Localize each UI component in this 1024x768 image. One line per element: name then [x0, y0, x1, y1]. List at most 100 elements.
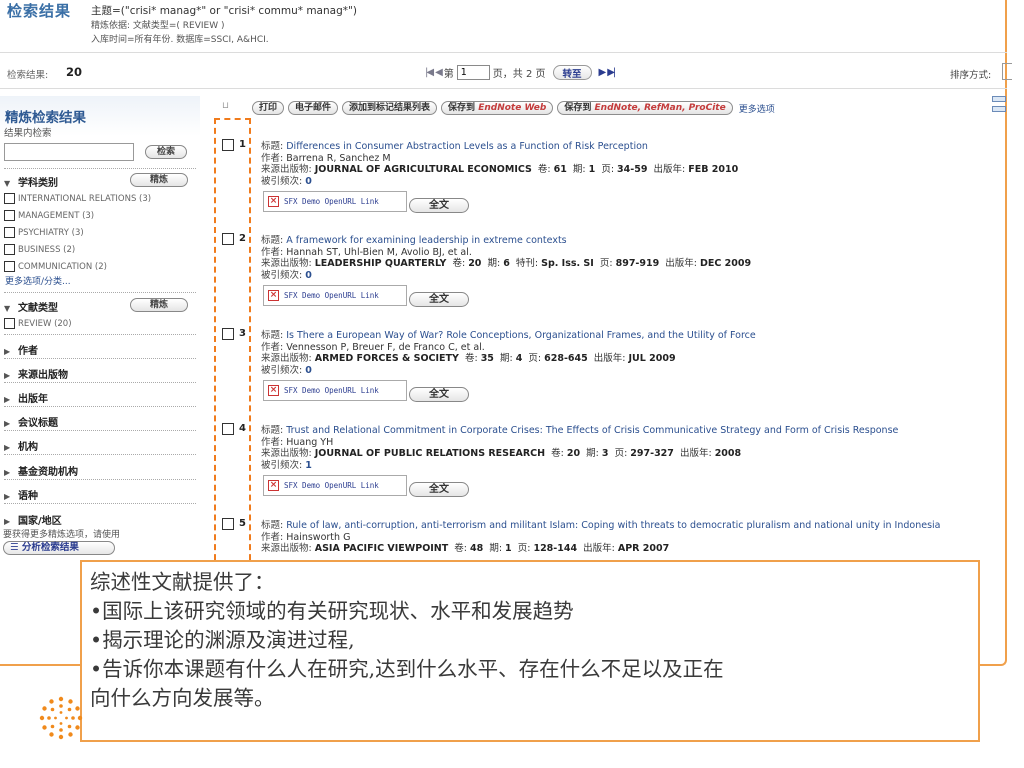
collapsed-triangle-icon: ▶ — [4, 371, 11, 380]
subject-refine-button[interactable]: 精炼 — [130, 173, 188, 187]
record-authors: Barrena R, Sanchez M — [286, 152, 391, 164]
save-endnote-refman-button[interactable]: 保存到 EndNote, RefMan, ProCite — [557, 101, 733, 115]
record-checkbox[interactable] — [222, 233, 234, 245]
fulltext-button[interactable]: 全文 — [409, 198, 469, 213]
record-checkbox[interactable] — [222, 423, 234, 435]
doctype-refine-button[interactable]: 精炼 — [130, 298, 188, 312]
record-title-link[interactable]: A framework for examining leadership in … — [286, 235, 566, 246]
record-links: × SFX Demo OpenURL Link 全文 — [261, 285, 751, 307]
checkbox-icon[interactable] — [4, 193, 15, 204]
record-links: × SFX Demo OpenURL Link 全文 — [261, 380, 756, 402]
divider — [4, 503, 196, 504]
refine-line: 精炼依据: 文献类型=( REVIEW ) — [91, 21, 225, 31]
more-options-link[interactable]: 更多选项/分类... — [5, 274, 71, 287]
page-title: 检索结果 — [7, 2, 72, 20]
print-button[interactable]: 打印 — [252, 101, 285, 115]
sidebar-section-country[interactable]: ▶ 国家/地区 — [4, 512, 62, 527]
record-source: JOURNAL OF AGRICULTURAL ECONOMICS — [314, 164, 532, 175]
query-line: 主题=("crisi* manag*" or "crisi* commu* ma… — [91, 5, 357, 17]
collapsed-triangle-icon: ▶ — [4, 419, 11, 428]
checkbox-icon[interactable] — [4, 318, 15, 329]
record-cited-count: 0 — [305, 269, 312, 281]
sidebar-section-institution[interactable]: ▶ 机构 — [4, 438, 38, 453]
sfx-link[interactable]: × SFX Demo OpenURL Link — [263, 380, 407, 401]
subject-checkbox[interactable]: MANAGEMENT (3) — [4, 210, 94, 221]
sfx-link[interactable]: × SFX Demo OpenURL Link — [263, 285, 407, 306]
divider — [4, 292, 196, 293]
sidebar-section-language[interactable]: ▶ 语种 — [4, 487, 38, 502]
broken-image-icon: × — [268, 196, 279, 207]
sidebar-section-source[interactable]: ▶ 来源出版物 — [4, 366, 68, 381]
last-page-icon[interactable]: ▶| — [607, 67, 616, 78]
record-body: 标题: Rule of law, anti-corruption, anti-t… — [261, 520, 941, 554]
collapsed-triangle-icon: ▶ — [4, 395, 11, 404]
checkbox-icon[interactable] — [4, 244, 15, 255]
checkbox-icon[interactable] — [4, 210, 15, 221]
record-links: × SFX Demo OpenURL Link 全文 — [261, 191, 738, 213]
sidebar-section-author[interactable]: ▶ 作者 — [4, 342, 38, 357]
search-header: 检索结果 主题=("crisi* manag*" or "crisi* comm… — [7, 0, 997, 50]
view-toggle-icons[interactable] — [992, 96, 1008, 120]
first-page-icon[interactable]: |◀ — [425, 67, 434, 78]
list-view-icon[interactable] — [992, 96, 1006, 102]
search-within-input[interactable] — [4, 143, 134, 161]
page-number-input[interactable] — [456, 64, 490, 80]
subject-checkbox[interactable]: PSYCHIATRY (3) — [4, 227, 84, 238]
results-count: 20 — [66, 65, 83, 79]
divider — [0, 88, 1007, 89]
fulltext-button[interactable]: 全文 — [409, 482, 469, 497]
subject-checkbox[interactable]: INTERNATIONAL RELATIONS (3) — [4, 193, 151, 204]
record-body: 标题: Trust and Relational Commitment in C… — [261, 425, 899, 497]
email-button[interactable]: 电子邮件 — [288, 101, 339, 115]
subject-section-header[interactable]: ▼ 学科类别 — [4, 174, 58, 189]
prev-page-icon[interactable]: ◀ — [435, 67, 443, 78]
goto-page-button[interactable]: 转至 — [552, 64, 592, 80]
record-cited-count: 1 — [305, 459, 312, 471]
next-page-icon[interactable]: ▶ — [599, 67, 607, 78]
checkbox-icon[interactable] — [4, 261, 15, 272]
record-title-link[interactable]: Rule of law, anti-corruption, anti-terro… — [286, 520, 940, 531]
broken-image-icon: × — [268, 480, 279, 491]
doctype-section-header[interactable]: ▼ 文献类型 — [4, 299, 58, 314]
sfx-link[interactable]: × SFX Demo OpenURL Link — [263, 475, 407, 496]
collapsed-triangle-icon: ▶ — [4, 443, 11, 452]
record-title-link[interactable]: Differences in Consumer Abstraction Leve… — [286, 141, 648, 152]
sidebar-section-funding[interactable]: ▶ 基金资助机构 — [4, 463, 78, 478]
record-title-link[interactable]: Is There a European Way of War? Role Con… — [286, 330, 756, 341]
record-checkbox[interactable] — [222, 328, 234, 340]
fulltext-button[interactable]: 全文 — [409, 387, 469, 402]
record-source: ARMED FORCES & SOCIETY — [314, 353, 459, 364]
save-endnote-web-button[interactable]: 保存到 EndNote Web — [441, 101, 554, 115]
doctype-checkbox[interactable]: REVIEW (20) — [4, 318, 72, 329]
sidebar-section-year[interactable]: ▶ 出版年 — [4, 390, 48, 405]
divider — [0, 52, 1007, 53]
divider — [4, 334, 196, 335]
record-title-link[interactable]: Trust and Relational Commitment in Corpo… — [286, 425, 898, 436]
record-source: JOURNAL OF PUBLIC RELATIONS RESEARCH — [314, 448, 546, 459]
record-checkbox[interactable] — [222, 518, 234, 530]
subject-checkbox[interactable]: BUSINESS (2) — [4, 244, 75, 255]
results-count-label: 检索结果: — [7, 70, 49, 81]
select-all-icon[interactable]: ⊔ — [222, 101, 236, 115]
annotation-box: 综述性文献提供了： •国际上该研究领域的有关研究现状、水平和发展趋势 •揭示理论… — [80, 560, 980, 742]
checkbox-icon[interactable] — [4, 227, 15, 238]
record-body: 标题: Is There a European Way of War? Role… — [261, 330, 756, 402]
subject-checkbox[interactable]: COMMUNICATION (2) — [4, 261, 107, 272]
add-marked-list-button[interactable]: 添加到标记结果列表 — [342, 101, 438, 115]
sfx-link[interactable]: × SFX Demo OpenURL Link — [263, 191, 407, 212]
record-number: 1 — [239, 139, 246, 150]
collapsed-triangle-icon: ▶ — [4, 517, 11, 526]
search-within-button[interactable]: 检索 — [145, 145, 187, 159]
sidebar-section-conference[interactable]: ▶ 会议标题 — [4, 414, 58, 429]
more-options-link[interactable]: 更多选项 — [739, 102, 775, 115]
record-cited-count: 0 — [305, 175, 312, 187]
record-checkbox[interactable] — [222, 139, 234, 151]
chart-icon[interactable] — [992, 106, 1006, 112]
results-toolbar: ⊔ 打印 电子邮件 添加到标记结果列表 保存到 EndNote Web 保存到 … — [222, 99, 1007, 117]
fulltext-button[interactable]: 全文 — [409, 292, 469, 307]
analyze-results-button[interactable]: ☰ 分析检索结果 — [3, 541, 115, 555]
sidebar-title: 精炼检索结果 — [5, 110, 86, 126]
broken-image-icon: × — [268, 385, 279, 396]
record-body: 标题: Differences in Consumer Abstraction … — [261, 141, 739, 213]
sort-select[interactable] — [1002, 63, 1012, 80]
